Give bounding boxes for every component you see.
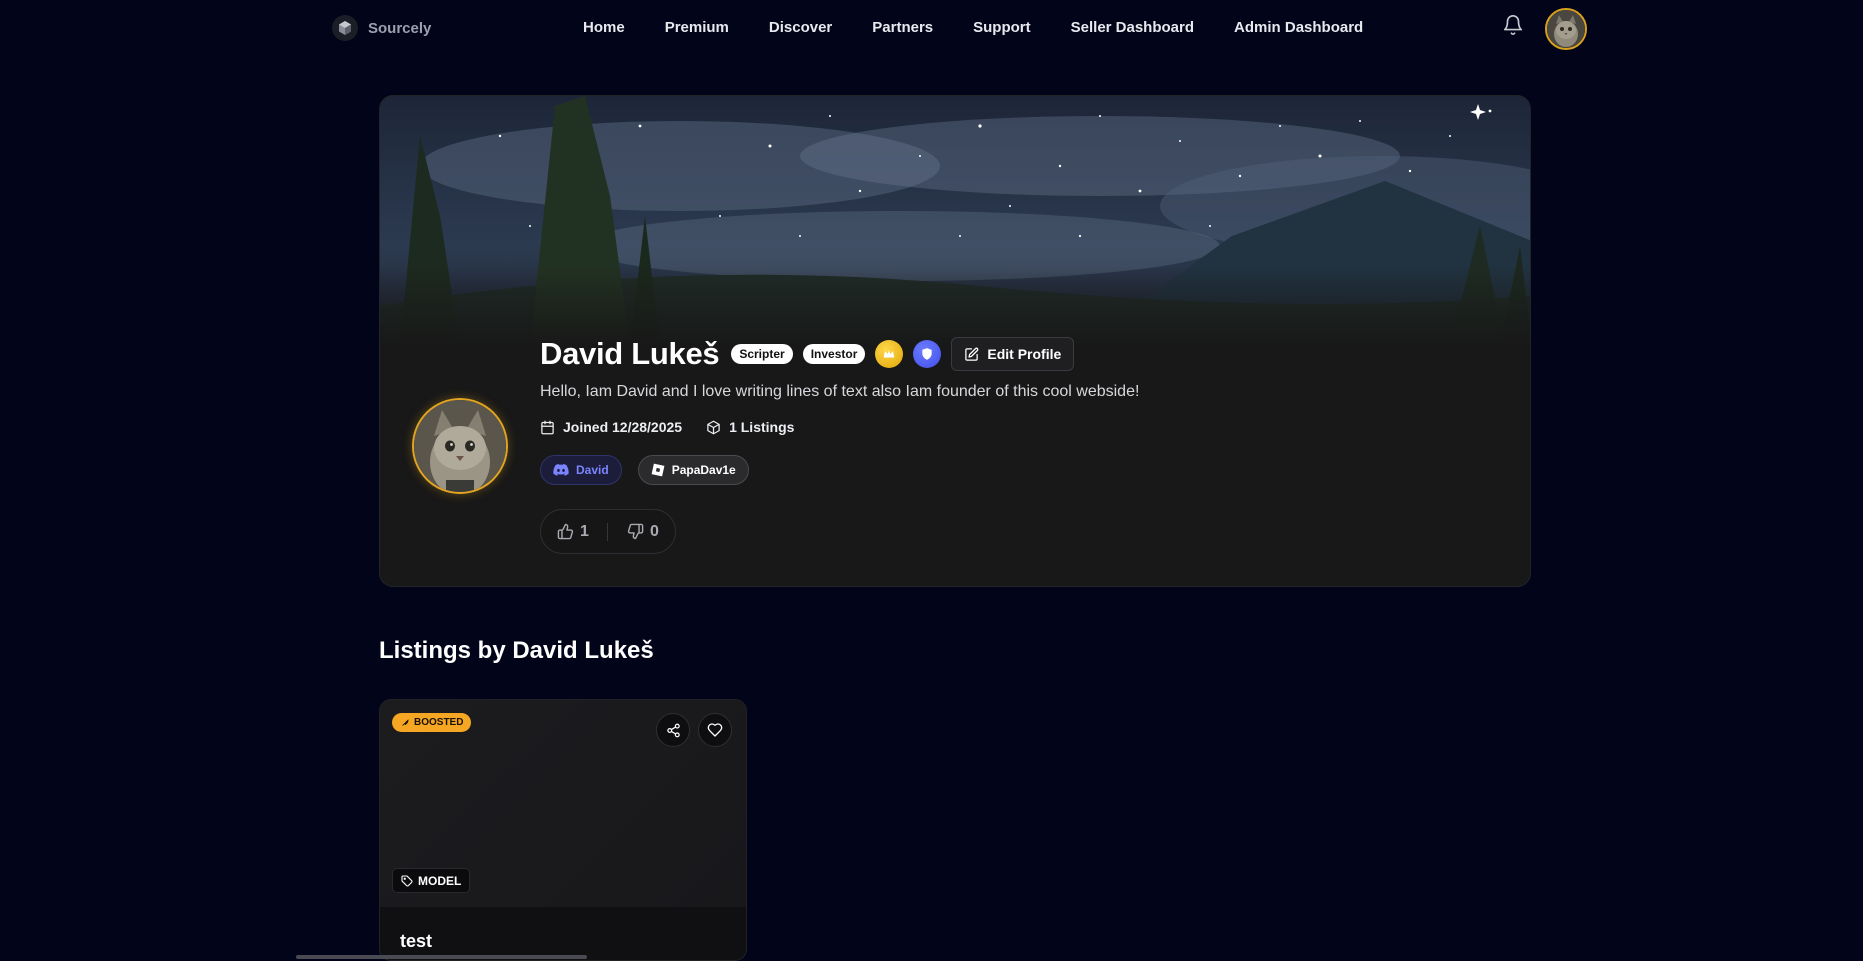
joined-text: Joined 12/28/2025 — [563, 419, 683, 435]
vote-box: 1 0 — [540, 509, 676, 554]
shield-badge-icon — [913, 340, 942, 368]
listings-count: 1 Listings — [706, 419, 794, 435]
category-tag: MODEL — [392, 868, 471, 893]
listings-section-title: Listings by David Lukeš — [379, 637, 654, 664]
dislike-button[interactable]: 0 — [627, 523, 659, 541]
favorite-button[interactable] — [698, 713, 732, 747]
profile-bio: Hello, Iam David and I love writing line… — [540, 383, 1140, 400]
brand-logo-icon — [332, 15, 358, 41]
like-count: 1 — [580, 522, 589, 540]
listing-card[interactable]: BOOSTED MODEL test — [379, 699, 747, 961]
brand[interactable]: Sourcely — [332, 15, 431, 41]
dislike-count: 0 — [650, 522, 659, 540]
tag-scripter: Scripter — [731, 344, 793, 364]
rocket-icon — [402, 718, 409, 726]
discord-link[interactable]: David — [540, 455, 622, 485]
edit-profile-label: Edit Profile — [987, 346, 1062, 362]
edit-icon — [965, 347, 979, 361]
listing-body: test — [380, 907, 746, 960]
discord-label: David — [576, 463, 609, 477]
profile-meta: Joined 12/28/2025 1 Listings — [540, 419, 794, 435]
listing-title: test — [400, 931, 433, 951]
top-navbar: Sourcely Home Premium Discover Partners … — [0, 0, 1863, 58]
boosted-label: BOOSTED — [414, 717, 464, 728]
package-icon — [707, 420, 720, 434]
like-button[interactable]: 1 — [557, 523, 589, 541]
nav-admin-dashboard[interactable]: Admin Dashboard — [1234, 19, 1363, 36]
discord-icon — [553, 464, 569, 476]
vote-divider — [607, 523, 608, 541]
profile-card: David Lukeš Scripter Investor Edit Profi… — [379, 95, 1531, 587]
share-icon — [666, 723, 680, 737]
nav-support[interactable]: Support — [973, 19, 1031, 36]
nav-discover[interactable]: Discover — [769, 19, 832, 36]
nav-links: Home Premium Discover Partners Support S… — [583, 19, 1363, 36]
tag-investor: Investor — [802, 344, 866, 364]
nav-home[interactable]: Home — [583, 19, 625, 36]
notifications-bell-icon[interactable] — [1502, 14, 1524, 36]
nav-seller-dashboard[interactable]: Seller Dashboard — [1071, 19, 1194, 36]
profile-avatar — [412, 398, 508, 494]
nav-premium[interactable]: Premium — [665, 19, 729, 36]
edit-profile-button[interactable]: Edit Profile — [951, 337, 1075, 371]
boosted-badge: BOOSTED — [392, 713, 472, 732]
horizontal-scrollbar[interactable] — [296, 955, 587, 959]
social-links: David PapaDav1e — [540, 455, 749, 485]
profile-name-row: David Lukeš Scripter Investor Edit Profi… — [540, 336, 1075, 372]
calendar-icon — [541, 420, 554, 434]
listings-count-text: 1 Listings — [729, 419, 795, 435]
joined-date: Joined 12/28/2025 — [540, 419, 682, 435]
banner-fade — [380, 266, 1530, 346]
tag-icon — [401, 874, 413, 887]
brand-name: Sourcely — [368, 19, 432, 37]
roblox-label: PapaDav1e — [671, 463, 736, 477]
crown-badge-icon — [875, 340, 904, 368]
heart-icon — [707, 723, 723, 737]
roblox-link[interactable]: PapaDav1e — [637, 455, 749, 485]
profile-name: David Lukeš — [540, 336, 720, 371]
nav-partners[interactable]: Partners — [872, 19, 933, 36]
share-button[interactable] — [656, 713, 690, 747]
category-label: MODEL — [418, 873, 462, 888]
thumbs-up-icon — [557, 523, 574, 540]
roblox-icon — [651, 463, 665, 477]
user-avatar[interactable] — [1545, 8, 1587, 50]
thumbs-down-icon — [627, 523, 644, 540]
